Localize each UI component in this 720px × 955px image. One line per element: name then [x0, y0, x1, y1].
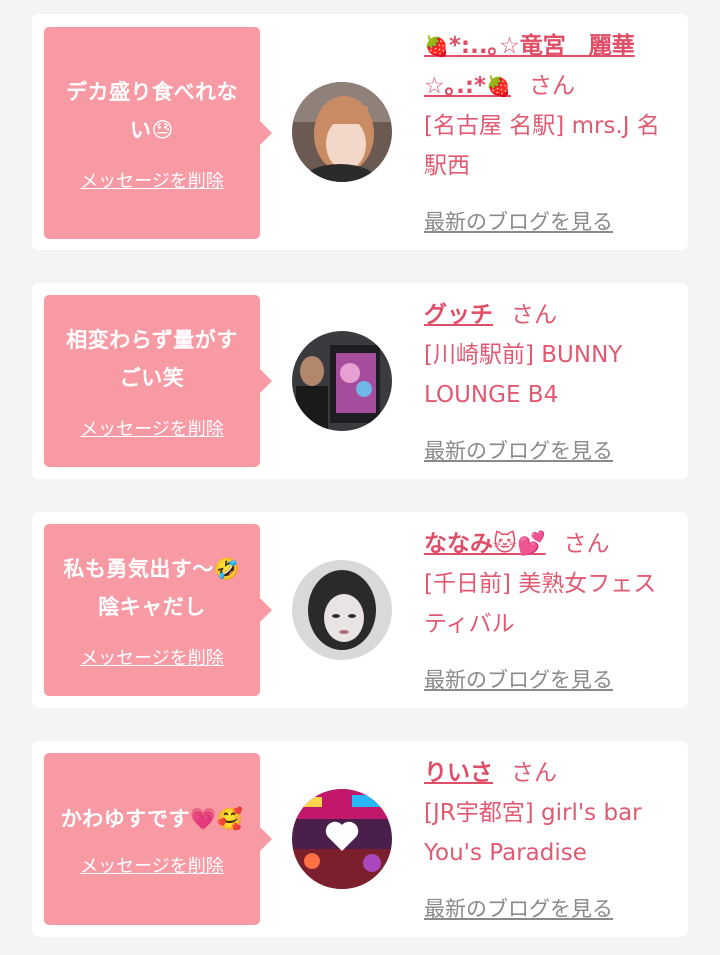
avatar[interactable]: [292, 331, 392, 431]
user-name-line: ななみ🐱💕 さん: [424, 524, 679, 564]
message-bubble: 私も勇気出す〜🤣 陰キャだし メッセージを削除: [44, 524, 272, 696]
user-name-line: グッチ さん: [424, 295, 679, 335]
view-blog-link[interactable]: 最新のブログを見る: [424, 435, 613, 465]
avatar[interactable]: [292, 82, 392, 182]
shop-name: [名古屋 名駅] mrs.J 名 駅西: [424, 113, 660, 179]
user-name-link[interactable]: グッチ: [424, 302, 493, 328]
delete-message-link[interactable]: メッセージを削除: [80, 852, 224, 878]
honorific: さん: [529, 73, 575, 99]
strawberry-icon: 🍓: [424, 34, 449, 58]
message-text: かわゆすです💗🥰: [60, 807, 244, 831]
view-blog-link[interactable]: 最新のブログを見る: [424, 893, 613, 923]
message-text: デカ盛り食べれな い😓: [66, 80, 238, 142]
delete-message-link[interactable]: メッセージを削除: [80, 415, 224, 441]
message-card: 相変わらず量がす ごい笑 メッセージを削除 グッチ さん [川崎駅前] BUNNY…: [32, 283, 688, 479]
strawberry-icon: 🍓: [486, 74, 511, 98]
honorific: さん: [511, 760, 557, 786]
man-with-screen-icon: [292, 331, 392, 431]
shop-name: [千日前] 美熟女フェス ティバル: [424, 571, 657, 637]
user-name-link[interactable]: りいさ: [424, 760, 493, 786]
message-card: かわゆすです💗🥰 メッセージを削除 りいさ さん [JR宇都宮] girl's b…: [32, 741, 688, 937]
colorful-photo-heart-icon: [292, 789, 392, 889]
user-info: 🍓*:..｡☆竜宮 麗華 ☆｡.:*🍓 さん [名古屋 名駅] mrs.J 名 駅西: [424, 26, 679, 186]
message-bubble: かわゆすです💗🥰 メッセージを削除: [44, 753, 272, 925]
user-info: ななみ🐱💕 さん [千日前] 美熟女フェス ティバル: [424, 524, 679, 644]
woman-portrait-icon: [292, 82, 392, 182]
woman-mono-portrait-icon: [292, 560, 392, 660]
user-name-line: 🍓*:..｡☆竜宮 麗華 ☆｡.:*🍓 さん: [424, 26, 679, 106]
delete-message-link[interactable]: メッセージを削除: [80, 167, 224, 193]
honorific: さん: [511, 302, 557, 328]
user-name-link[interactable]: ななみ🐱💕: [424, 531, 546, 557]
view-blog-link[interactable]: 最新のブログを見る: [424, 664, 613, 694]
message-bubble: 相変わらず量がす ごい笑 メッセージを削除: [44, 295, 272, 467]
honorific: さん: [563, 531, 610, 557]
user-info: グッチ さん [川崎駅前] BUNNY LOUNGE B4: [424, 295, 679, 415]
avatar[interactable]: [292, 789, 392, 889]
view-blog-link[interactable]: 最新のブログを見る: [424, 206, 613, 236]
shop-name: [JR宇都宮] girl's bar You's Paradise: [424, 800, 642, 866]
user-info: りいさ さん [JR宇都宮] girl's bar You's Paradise: [424, 753, 679, 873]
message-card: デカ盛り食べれな い😓 メッセージを削除 🍓*:..｡☆竜宮 麗華 ☆｡.:*🍓 さ…: [32, 14, 688, 250]
shop-name: [川崎駅前] BUNNY LOUNGE B4: [424, 342, 623, 408]
message-text: 相変わらず量がす ごい笑: [66, 328, 238, 390]
avatar[interactable]: [292, 560, 392, 660]
user-name-line: りいさ さん: [424, 753, 679, 793]
message-card: 私も勇気出す〜🤣 陰キャだし メッセージを削除 ななみ🐱💕 さん [千日前] 美熟…: [32, 512, 688, 708]
message-bubble: デカ盛り食べれな い😓 メッセージを削除: [44, 27, 272, 239]
message-text: 私も勇気出す〜🤣 陰キャだし: [63, 557, 241, 619]
delete-message-link[interactable]: メッセージを削除: [80, 644, 224, 670]
